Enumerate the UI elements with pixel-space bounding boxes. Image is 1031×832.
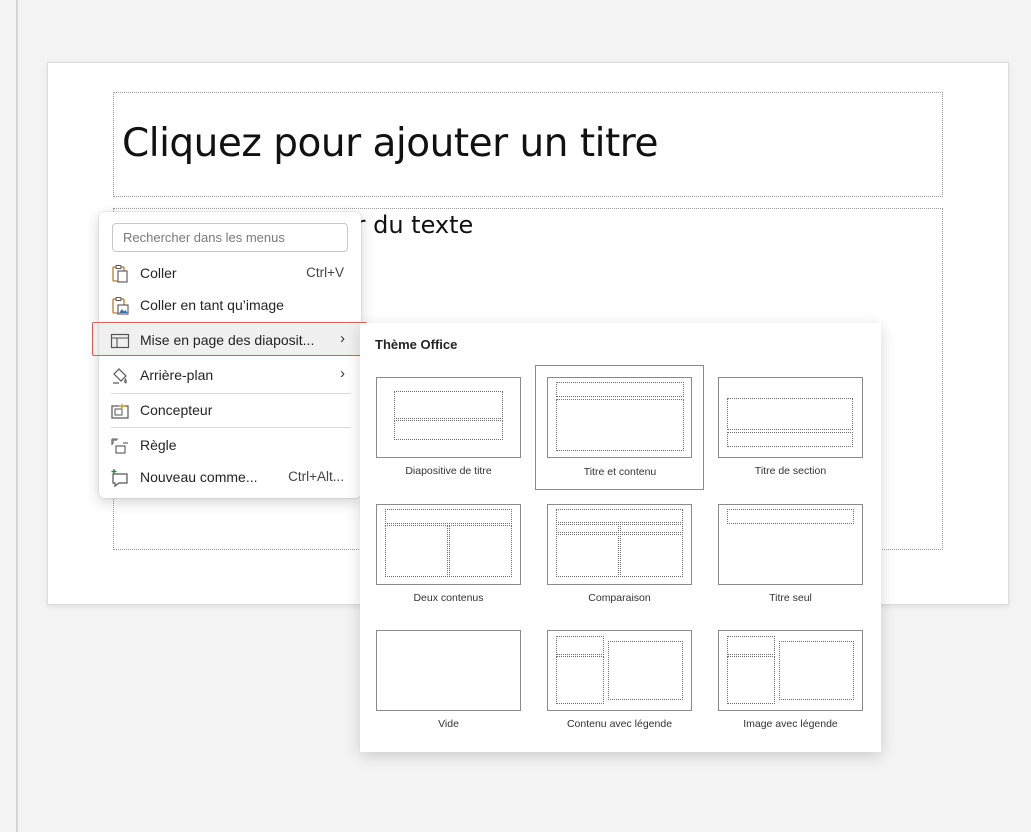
menu-item-label: Nouveau comme... [140, 469, 258, 485]
menu-item-label: Règle [140, 437, 177, 453]
menu-item-new-comment[interactable]: Nouveau comme... Ctrl+Alt... [99, 461, 361, 493]
menu-item-ruler[interactable]: Règle [99, 429, 361, 461]
layout-picture-with-caption[interactable]: Image avec légende [702, 618, 870, 742]
layout-content-with-caption[interactable]: Contenu avec légende [531, 618, 699, 742]
layout-section-header[interactable]: Titre de section [702, 365, 870, 489]
title-placeholder[interactable]: Cliquez pour ajouter un titre [113, 92, 943, 197]
layout-label: Titre de section [754, 465, 827, 477]
layout-label: Contenu avec légende [566, 718, 673, 730]
menu-item-label: Arrière-plan [140, 367, 214, 383]
menu-item-shortcut: Ctrl+Alt... [288, 469, 344, 484]
layout-label: Image avec légende [743, 718, 838, 730]
layout-comparison[interactable]: Comparaison [531, 492, 699, 616]
chevron-right-icon: › [340, 365, 345, 382]
layout-thumbnail [376, 504, 521, 585]
layout-two-content[interactable]: Deux contenus [360, 492, 528, 616]
layout-label: Diapositive de titre [405, 465, 492, 477]
layout-gallery: Thème Office Diapositive de titre Titre … [360, 323, 881, 752]
menu-item-label: Coller en tant qu’image [140, 297, 284, 313]
menu-item-paste[interactable]: Coller Ctrl+V [99, 257, 361, 289]
layout-title-slide[interactable]: Diapositive de titre [360, 365, 528, 489]
paste-as-picture-icon [110, 296, 130, 316]
layout-thumbnail [547, 377, 692, 458]
title-placeholder-text: Cliquez pour ajouter un titre [122, 121, 658, 166]
layout-thumbnail [376, 630, 521, 711]
designer-icon [110, 401, 130, 421]
layout-thumbnail [718, 504, 863, 585]
menu-item-paste-as-picture[interactable]: Coller en tant qu’image [99, 289, 361, 321]
menu-item-shortcut: Ctrl+V [306, 265, 344, 280]
layout-label: Titre seul [769, 592, 812, 604]
layout-title-and-content[interactable]: Titre et contenu [535, 365, 704, 490]
menu-item-label: Concepteur [140, 402, 213, 418]
layout-thumbnail [718, 630, 863, 711]
layout-thumbnail [547, 630, 692, 711]
layout-thumbnail [547, 504, 692, 585]
layout-thumbnail [376, 377, 521, 458]
ruler-icon [110, 436, 130, 456]
background-icon [110, 366, 130, 386]
layout-title-only[interactable]: Titre seul [702, 492, 870, 616]
highlight-outline [92, 322, 367, 356]
paste-icon [110, 264, 130, 284]
layout-blank[interactable]: Vide [360, 618, 528, 742]
menu-item-label: Coller [140, 265, 177, 281]
menu-item-background[interactable]: Arrière-plan › [99, 359, 361, 391]
menu-search-input[interactable] [112, 223, 348, 252]
gallery-header: Thème Office [375, 337, 458, 352]
layout-label: Comparaison [588, 592, 651, 604]
menu-item-designer[interactable]: Concepteur [99, 394, 361, 426]
menu-separator [111, 427, 351, 428]
layout-label: Deux contenus [413, 592, 484, 604]
layout-label: Titre et contenu [583, 466, 657, 478]
layout-thumbnail [718, 377, 863, 458]
layout-label: Vide [438, 718, 459, 730]
new-comment-icon [110, 468, 130, 488]
editor-left-border [16, 0, 18, 832]
